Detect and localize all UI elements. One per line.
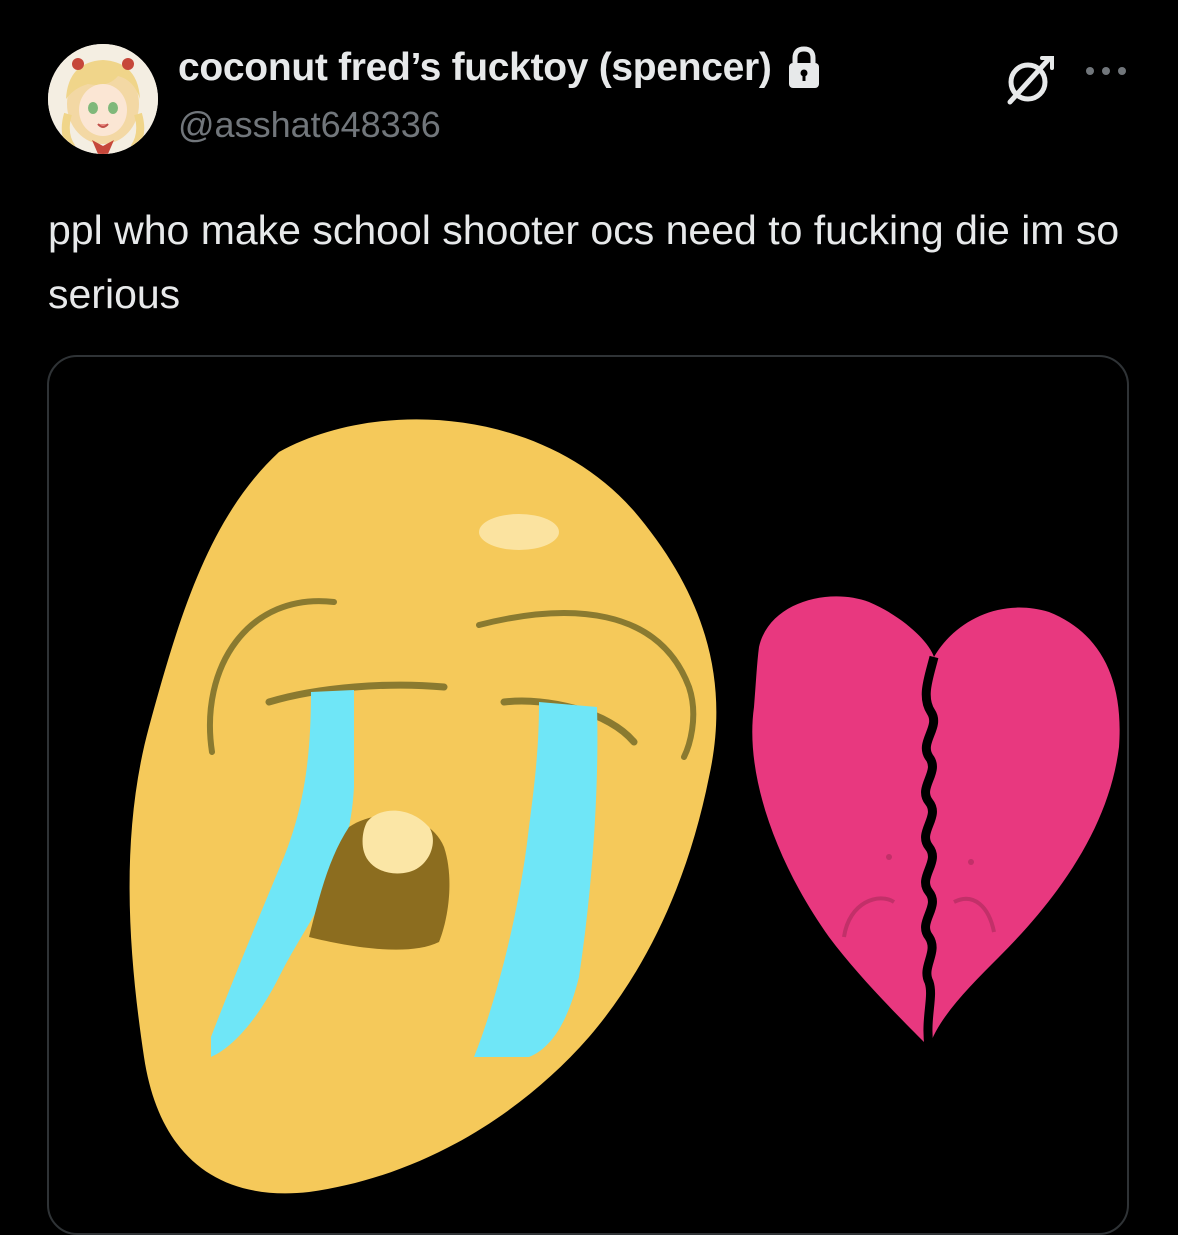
tweet-post: coconut fred’s fucktoy (spencer) @asshat… <box>0 0 1178 1235</box>
avatar[interactable] <box>48 44 158 154</box>
more-dots-icon[interactable] <box>1084 64 1128 78</box>
lock-icon <box>786 46 822 90</box>
crying-face-and-broken-heart-drawing <box>129 419 1120 1194</box>
grok-icon[interactable] <box>1000 50 1060 110</box>
post-media[interactable] <box>47 355 1129 1235</box>
author-handle[interactable]: @asshat648336 <box>178 104 441 146</box>
anime-girl-avatar <box>48 44 158 154</box>
post-text: ppl who make school shooter ocs need to … <box>48 207 1120 317</box>
author-display-name[interactable]: coconut fred’s fucktoy (spencer) <box>178 46 822 90</box>
author-name-text: coconut fred’s fucktoy (spencer) <box>178 46 772 89</box>
